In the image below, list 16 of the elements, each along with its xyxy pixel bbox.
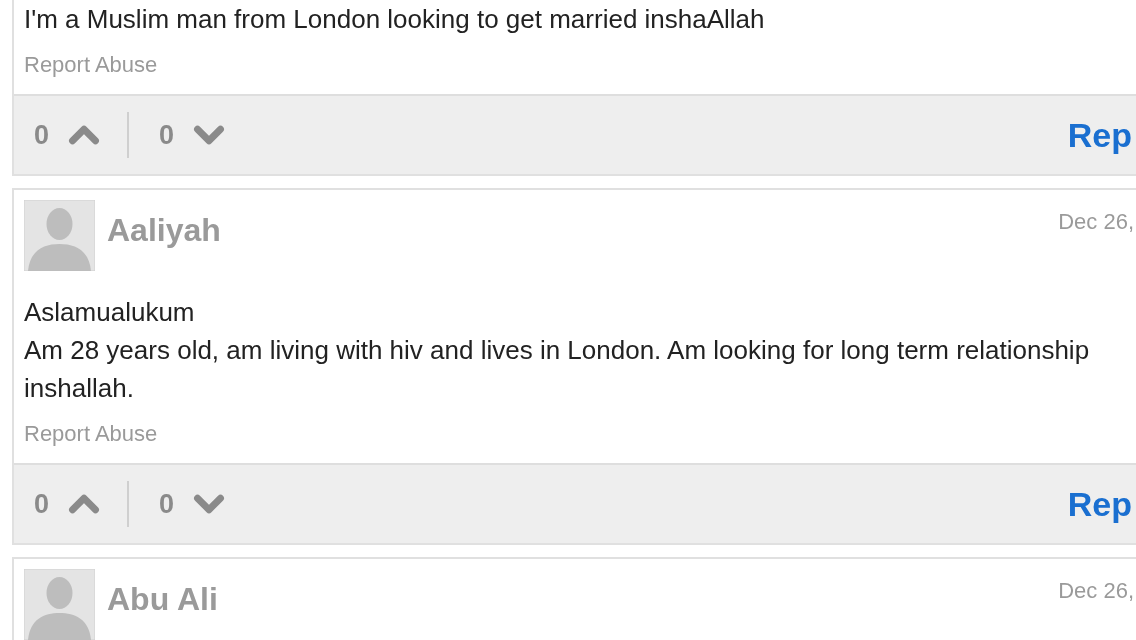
comment-text: Aslamualukum [24, 296, 196, 329]
upvote-count: 0 [34, 118, 50, 152]
comment-text: I'm a Muslim man from London looking to get married inshaAllah [24, 3, 766, 36]
upvote-count: 0 [34, 487, 50, 521]
comment-date: Dec 26, [1058, 208, 1134, 236]
downvote-count: 0 [159, 487, 175, 521]
report-abuse-link[interactable]: Report Abuse [24, 421, 158, 446]
downvote-count: 0 [159, 118, 175, 152]
avatar-silhouette-icon [24, 200, 95, 271]
comment-date: Dec 26, [1058, 577, 1134, 605]
reply-button[interactable]: Rep [1067, 478, 1134, 530]
author-name: Abu Ali [107, 580, 218, 619]
author-name: Aaliyah [107, 211, 221, 250]
report-abuse-link[interactable]: Report Abuse [24, 52, 158, 77]
reply-button[interactable]: Rep [1067, 109, 1134, 161]
comment-text: Am 28 years old, am living with hiv and lives in London. Am looking for long term relationship inshallah. [24, 334, 1091, 405]
